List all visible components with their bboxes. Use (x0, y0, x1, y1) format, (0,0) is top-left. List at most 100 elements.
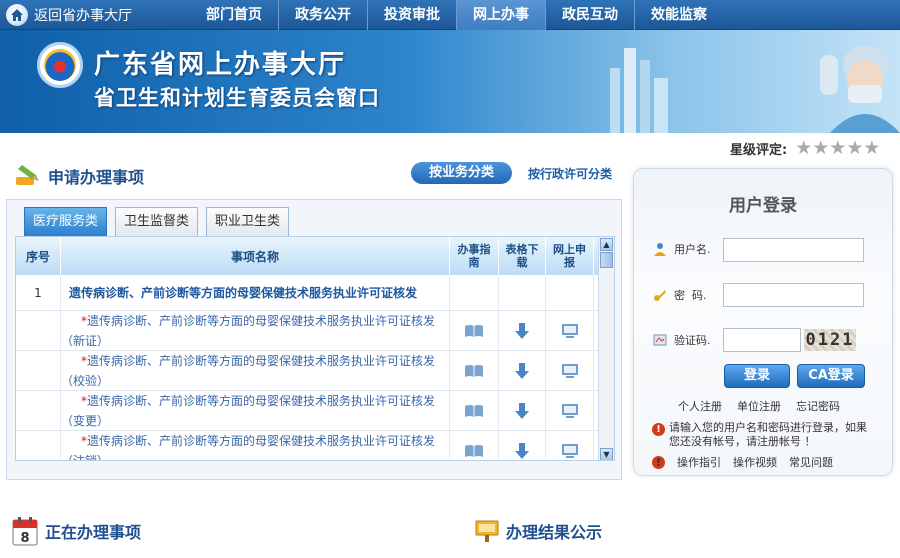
category-tabs: 医疗服务类 卫生监督类 职业卫生类 (24, 207, 297, 236)
login-button[interactable]: 登录 (724, 364, 790, 388)
download-arrow-icon[interactable] (499, 431, 546, 460)
results-section-header: 办理结果公示 (474, 518, 602, 544)
results-section-title: 办理结果公示 (506, 523, 603, 542)
download-arrow-icon[interactable] (499, 311, 546, 350)
sub-item-name: 遗传病诊断、产前诊断等方面的母婴保健技术服务执业许可证核发（变更） (61, 393, 436, 428)
faq-link[interactable]: 常见问题 (789, 454, 833, 470)
ca-login-button[interactable]: CA登录 (797, 364, 865, 388)
apply-panel: 医疗服务类 卫生监督类 职业卫生类 序号 事项名称 办事指南 表格下载 网上申报… (6, 199, 622, 480)
table-scrollbar[interactable]: ▲ ▼ (598, 237, 614, 460)
billboard-icon (475, 520, 499, 542)
medical-staff-image (820, 45, 900, 133)
skyline-graphic (610, 48, 668, 133)
home-icon (6, 4, 28, 26)
tab-occupational-health[interactable]: 职业卫生类 (206, 207, 290, 236)
scroll-thumb[interactable] (600, 252, 613, 268)
sub-item-cell[interactable]: *遗传病诊断、产前诊断等方面的母婴保健技术服务执业许可证核发（新证） (61, 311, 450, 350)
sub-item-name: 遗传病诊断、产前诊断等方面的母婴保健技术服务执业许可证核发（校验） (61, 353, 436, 388)
online-apply-monitor-icon[interactable] (546, 311, 594, 350)
rating-label: 星级评定: (730, 143, 788, 158)
top-nav-bar: 返回省办事大厅 部门首页 政务公开 投资审批 网上办事 政民互动 效能监察 (0, 0, 900, 30)
online-apply-monitor-icon[interactable] (546, 431, 594, 460)
row-number: 1 (16, 275, 61, 310)
online-apply-monitor-icon[interactable] (546, 351, 594, 390)
password-input[interactable] (723, 283, 864, 307)
help-links: ! 操作指引 操作视频 常见问题 (652, 454, 845, 470)
login-panel: 用户登录 用户名. 密 码. 验证码. 0121 登录 CA登录 个人注册 单位… (633, 168, 893, 476)
nav-item-interaction[interactable]: 政民互动 (546, 0, 635, 30)
item-name[interactable]: 遗传病诊断、产前诊断等方面的母婴保健技术服务执业许可证核发 (61, 275, 450, 310)
captcha-label: 验证码. (674, 334, 711, 347)
username-row: 用户名. (652, 241, 722, 257)
nav-item-investment[interactable]: 投资审批 (368, 0, 457, 30)
processing-section-title: 正在办理事项 (45, 523, 142, 542)
sub-item-name: 遗传病诊断、产前诊断等方面的母婴保健技术服务执业许可证核发（新证） (61, 313, 436, 348)
password-row: 密 码. (652, 287, 722, 303)
captcha-input[interactable] (723, 328, 801, 352)
password-label: 密 码. (674, 289, 707, 302)
sub-item-name: 遗传病诊断、产前诊断等方面的母婴保健技术服务执业许可证核发（注销） (61, 433, 436, 461)
username-input[interactable] (723, 238, 864, 262)
download-arrow-icon[interactable] (499, 351, 546, 390)
username-label: 用户名. (674, 243, 711, 256)
header-banner: 广东省网上办事大厅 省卫生和计划生育委员会窗口 (0, 30, 900, 133)
guide-book-icon[interactable] (450, 311, 499, 350)
captcha-row: 验证码. (652, 332, 722, 348)
back-to-portal-link[interactable]: 返回省办事大厅 (0, 0, 170, 30)
nav-item-online-service[interactable]: 网上办事 (457, 0, 546, 30)
nav-item-supervision[interactable]: 效能监察 (635, 0, 723, 30)
col-no: 序号 (16, 237, 61, 275)
star-icon[interactable]: ★ (812, 139, 829, 158)
org-register-link[interactable]: 单位注册 (737, 398, 781, 414)
table-row: *遗传病诊断、产前诊断等方面的母婴保健技术服务执业许可证核发（校验） (16, 351, 598, 391)
online-apply-monitor-icon[interactable] (546, 391, 594, 430)
table-header: 序号 事项名称 办事指南 表格下载 网上申报 (16, 237, 598, 275)
banner-title: 广东省网上办事大厅 (94, 50, 347, 80)
apply-section-header: 申请办理事项 (12, 161, 144, 191)
personal-register-link[interactable]: 个人注册 (678, 398, 722, 414)
table-row: *遗传病诊断、产前诊断等方面的母婴保健技术服务执业许可证核发（变更） (16, 391, 598, 431)
table-row: 1 遗传病诊断、产前诊断等方面的母婴保健技术服务执业许可证核发 (16, 275, 598, 311)
user-icon (652, 241, 668, 257)
guide-book-icon[interactable] (450, 391, 499, 430)
operation-guide-link[interactable]: 操作指引 (677, 454, 721, 470)
forgot-password-link[interactable]: 忘记密码 (796, 398, 840, 414)
sub-item-cell[interactable]: *遗传病诊断、产前诊断等方面的母婴保健技术服务执业许可证核发（变更） (61, 391, 450, 430)
sub-item-cell[interactable]: *遗传病诊断、产前诊断等方面的母婴保健技术服务执业许可证核发（注销） (61, 431, 450, 461)
items-table: 序号 事项名称 办事指南 表格下载 网上申报 1 遗传病诊断、产前诊断等方面的母… (15, 236, 615, 461)
guide-book-icon[interactable] (450, 351, 499, 390)
by-business-button[interactable]: 按业务分类 (411, 162, 512, 184)
col-form: 表格下载 (499, 237, 546, 275)
captcha-icon (652, 332, 668, 348)
star-icon[interactable]: ★ (795, 139, 812, 158)
col-name: 事项名称 (61, 237, 450, 275)
banner-subtitle: 省卫生和计划生育委员会窗口 (94, 86, 380, 110)
key-icon (652, 287, 668, 303)
scroll-down-arrow-icon[interactable]: ▼ (600, 448, 613, 460)
captcha-image[interactable]: 0121 (804, 329, 856, 351)
nav-item-gov-public[interactable]: 政务公开 (279, 0, 368, 30)
warning-icon: ! (652, 423, 665, 436)
tab-health-supervision[interactable]: 卫生监督类 (115, 207, 199, 236)
operation-video-link[interactable]: 操作视频 (733, 454, 777, 470)
by-admin-permit-link[interactable]: 按行政许可分类 (528, 165, 612, 182)
svg-text:8: 8 (20, 531, 29, 546)
main-nav: 部门首页 政务公开 投资审批 网上办事 政民互动 效能监察 (190, 0, 723, 30)
tab-medical-service[interactable]: 医疗服务类 (24, 207, 108, 236)
pencil-icon (16, 165, 39, 185)
sub-item-cell[interactable]: *遗传病诊断、产前诊断等方面的母婴保健技术服务执业许可证核发（校验） (61, 351, 450, 390)
star-icon[interactable]: ★ (829, 139, 846, 158)
col-guide: 办事指南 (450, 237, 499, 275)
login-notice: ! 请输入您的用户名和密码进行登录，如果您还没有帐号，请注册帐号 ！ (652, 421, 876, 449)
nav-item-dept-home[interactable]: 部门首页 (190, 0, 279, 30)
register-links: 个人注册 单位注册 忘记密码 (678, 398, 855, 414)
star-icon[interactable]: ★ (846, 139, 863, 158)
processing-section-header: 8 正在办理事项 (12, 516, 141, 546)
star-icon[interactable]: ★ (863, 139, 880, 158)
emblem-logo (37, 42, 83, 88)
calendar-icon: 8 (12, 517, 38, 546)
table-row: *遗传病诊断、产前诊断等方面的母婴保健技术服务执业许可证核发（新证） (16, 311, 598, 351)
guide-book-icon[interactable] (450, 431, 499, 460)
download-arrow-icon[interactable] (499, 391, 546, 430)
scroll-up-arrow-icon[interactable]: ▲ (600, 238, 613, 251)
